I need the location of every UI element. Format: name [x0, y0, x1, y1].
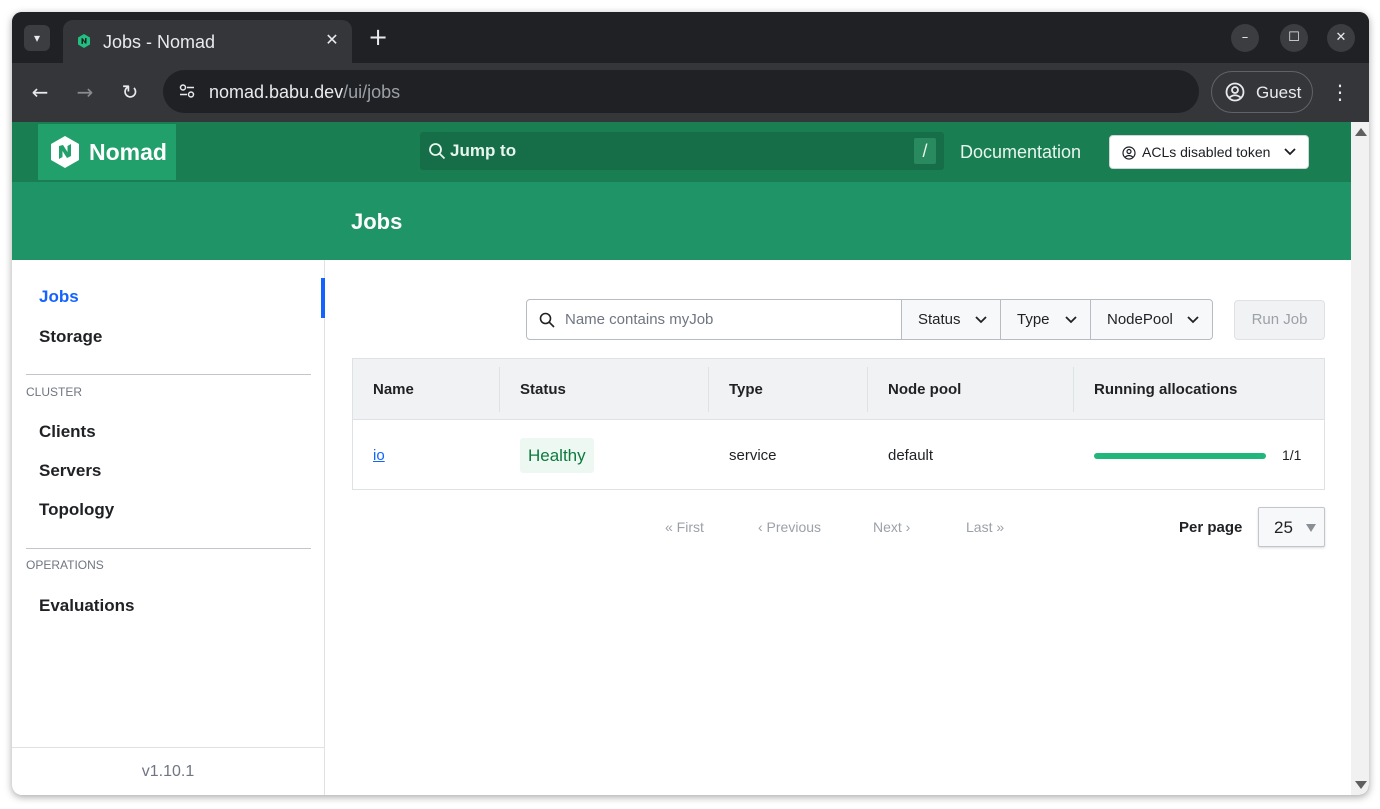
- tab-search-button[interactable]: ▾: [24, 25, 50, 51]
- user-circle-icon: [1122, 146, 1136, 160]
- url-host: nomad.babu.dev: [209, 82, 344, 102]
- status-badge: Healthy: [520, 438, 594, 473]
- column-divider: [708, 367, 709, 412]
- acl-token-label: ACLs disabled token: [1142, 144, 1271, 160]
- url-text: nomad.babu.dev/ui/jobs: [209, 82, 400, 103]
- nomad-favicon-icon: [78, 34, 90, 48]
- active-indicator: [321, 278, 325, 318]
- column-header-type[interactable]: Type: [729, 381, 763, 398]
- type-filter-dropdown[interactable]: Type: [1000, 300, 1090, 339]
- search-icon: [429, 143, 446, 160]
- account-circle-icon: [1225, 82, 1245, 102]
- sidebar-item-storage[interactable]: Storage: [39, 327, 102, 347]
- chevron-down-icon: [1284, 148, 1296, 156]
- job-search-input[interactable]: [565, 300, 899, 339]
- search-icon: [539, 312, 555, 328]
- minimize-icon[interactable]: –: [1231, 24, 1259, 52]
- table-header: Name Status Type Node pool Running alloc…: [353, 359, 1324, 420]
- profile-button[interactable]: Guest: [1211, 71, 1313, 113]
- pagination-next[interactable]: Next ›: [873, 519, 910, 535]
- job-name-link[interactable]: io: [373, 447, 385, 464]
- brand-name: Nomad: [89, 139, 167, 165]
- pagination-last[interactable]: Last »: [966, 519, 1004, 535]
- nomad-logo-icon: [51, 136, 79, 168]
- page-scrollbar[interactable]: [1351, 122, 1369, 795]
- version-footer: v1.10.1: [12, 747, 324, 795]
- run-job-button[interactable]: Run Job: [1234, 300, 1325, 340]
- plus-icon[interactable]: +: [366, 25, 390, 50]
- page-title: Jobs: [351, 209, 403, 234]
- chevron-down-icon: [1187, 316, 1199, 324]
- sidebar-item-servers[interactable]: Servers: [39, 461, 101, 481]
- sidebar-divider: [26, 374, 311, 375]
- per-page-select[interactable]: 25: [1258, 507, 1325, 547]
- chevron-down-icon: ▾: [33, 31, 41, 45]
- per-page-label: Per page: [1179, 519, 1243, 536]
- page-header: Jobs: [12, 182, 1351, 260]
- sidebar-divider: [26, 548, 311, 549]
- job-node-pool: default: [888, 447, 934, 464]
- nodepool-filter-dropdown[interactable]: NodePool: [1090, 300, 1212, 339]
- tab-title: Jobs - Nomad: [103, 32, 216, 52]
- column-header-name[interactable]: Name: [373, 381, 414, 398]
- sidebar-section-cluster: CLUSTER: [26, 385, 83, 399]
- forward-arrow-icon[interactable]: →: [71, 78, 99, 106]
- jump-to-search[interactable]: Jump to /: [420, 132, 944, 170]
- reload-icon[interactable]: ↻: [116, 78, 144, 106]
- type-filter-label: Type: [1017, 311, 1050, 328]
- browser-toolbar: ← → ↻ nomad.babu.dev/ui/jobs Guest ⋮: [12, 63, 1369, 122]
- browser-tab[interactable]: Jobs - Nomad ✕: [63, 20, 352, 63]
- documentation-link[interactable]: Documentation: [960, 142, 1081, 163]
- job-type: service: [729, 447, 777, 464]
- close-window-icon[interactable]: ✕: [1327, 24, 1355, 52]
- scroll-up-arrow-icon[interactable]: [1355, 128, 1367, 136]
- scroll-down-arrow-icon[interactable]: [1355, 781, 1367, 789]
- per-page-value: 25: [1274, 518, 1293, 537]
- column-divider: [499, 367, 500, 412]
- allocation-count: 1/1: [1282, 447, 1302, 463]
- jump-to-shortcut: /: [914, 138, 936, 164]
- acl-token-dropdown[interactable]: ACLs disabled token: [1109, 135, 1309, 169]
- sidebar: Jobs Storage CLUSTER Clients Servers Top…: [12, 260, 325, 795]
- allocation-progress-bar: [1094, 453, 1266, 459]
- sidebar-item-jobs[interactable]: Jobs: [39, 287, 79, 307]
- back-arrow-icon[interactable]: ←: [26, 78, 54, 106]
- nomad-brand-link[interactable]: Nomad: [38, 124, 176, 180]
- column-header-node-pool[interactable]: Node pool: [888, 381, 961, 398]
- status-filter-dropdown[interactable]: Status: [901, 300, 1000, 339]
- dropdown-arrow-icon: [1306, 524, 1316, 532]
- sidebar-item-evaluations[interactable]: Evaluations: [39, 596, 134, 616]
- column-divider: [1073, 367, 1074, 412]
- sidebar-item-clients[interactable]: Clients: [39, 422, 96, 442]
- column-header-status[interactable]: Status: [520, 381, 566, 398]
- sidebar-item-topology[interactable]: Topology: [39, 500, 114, 520]
- job-filter-bar: Status Type NodePool: [526, 299, 1213, 340]
- close-icon[interactable]: ✕: [322, 30, 342, 50]
- address-bar[interactable]: nomad.babu.dev/ui/jobs: [163, 70, 1199, 113]
- kebab-menu-icon[interactable]: ⋮: [1330, 78, 1350, 106]
- tab-strip: ▾ Jobs - Nomad ✕ + – ☐ ✕: [12, 12, 1369, 63]
- nodepool-filter-label: NodePool: [1107, 311, 1173, 328]
- profile-label: Guest: [1256, 83, 1302, 102]
- browser-window: ▾ Jobs - Nomad ✕ + – ☐ ✕ ← → ↻ nomad.bab…: [12, 12, 1369, 795]
- table-row[interactable]: io Healthy service default 1/1: [353, 420, 1324, 489]
- jobs-table: Name Status Type Node pool Running alloc…: [352, 358, 1325, 490]
- tune-icon[interactable]: [173, 78, 200, 105]
- jump-to-label: Jump to: [450, 141, 517, 160]
- page-viewport: Nomad Jump to / Documentation ACLs disab…: [12, 122, 1351, 795]
- maximize-icon[interactable]: ☐: [1280, 24, 1308, 52]
- chevron-down-icon: [975, 316, 987, 324]
- sidebar-section-operations: OPERATIONS: [26, 558, 104, 572]
- version-label: v1.10.1: [141, 763, 195, 780]
- nomad-top-nav: Nomad Jump to / Documentation ACLs disab…: [12, 122, 1351, 182]
- column-divider: [867, 367, 868, 412]
- pagination-previous[interactable]: ‹ Previous: [758, 519, 821, 535]
- pagination-first[interactable]: « First: [665, 519, 704, 535]
- chevron-down-icon: [1065, 316, 1077, 324]
- column-header-running-allocations: Running allocations: [1094, 381, 1238, 398]
- url-path: /ui/jobs: [343, 82, 401, 102]
- status-filter-label: Status: [918, 311, 961, 328]
